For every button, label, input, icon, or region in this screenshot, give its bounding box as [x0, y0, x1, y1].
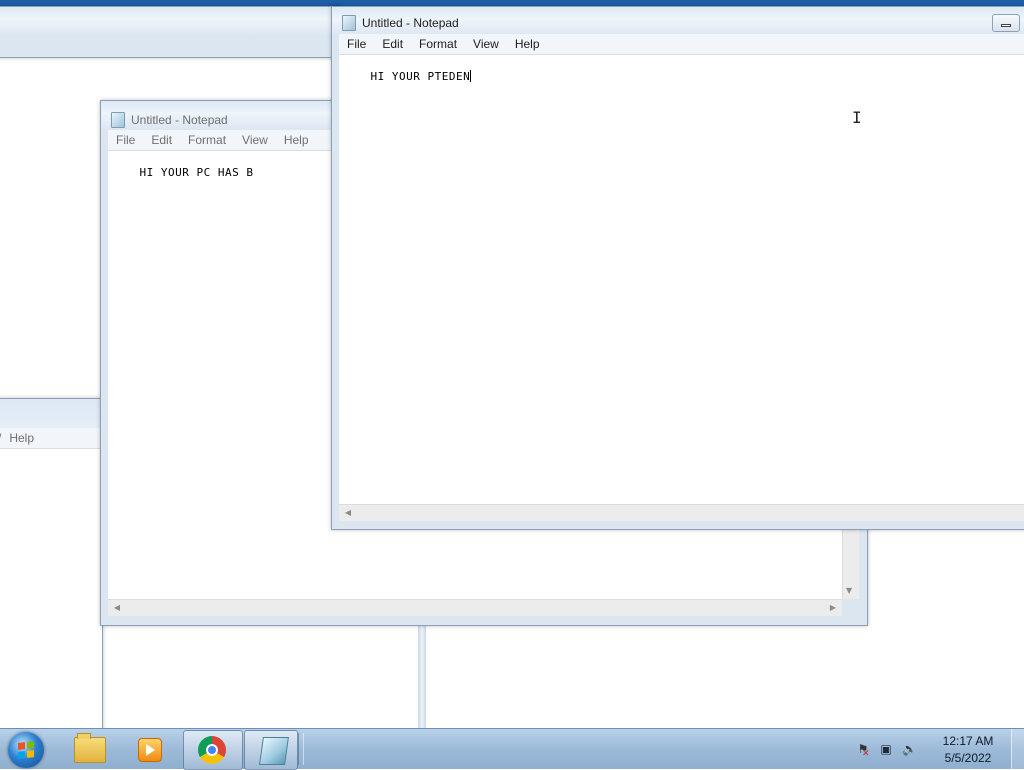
windows-logo-icon — [18, 741, 34, 759]
scroll-right-arrow-icon[interactable]: ▶ — [828, 603, 838, 613]
background-window-edge — [418, 626, 426, 728]
background-window-menubar: / Help — [0, 428, 100, 449]
window-title: Untitled - Notepad — [362, 16, 459, 30]
volume-icon[interactable]: 🔈 — [902, 742, 917, 756]
notepad-window-front[interactable]: Untitled - Notepad File Edit Format View… — [331, 6, 1024, 530]
menu-file[interactable]: File — [339, 37, 374, 51]
notepad-icon — [111, 112, 125, 128]
clock-time[interactable]: 12:17 AM — [938, 734, 998, 748]
media-player-icon — [138, 738, 162, 762]
system-tray: ⚑ ✕ ▣ 🔈 12:17 AM 5/5/2022 — [854, 729, 1024, 769]
notepad-front-menubar: File Edit Format View Help — [339, 34, 1024, 55]
folder-icon — [74, 733, 106, 763]
notepad-icon — [259, 737, 289, 765]
menu-help[interactable]: Help — [276, 133, 317, 147]
text-caret — [470, 70, 472, 82]
taskbar-explorer[interactable] — [60, 730, 118, 768]
editor-text: HI YOUR PTEDEN — [370, 70, 471, 83]
menu-view[interactable]: View — [234, 133, 276, 147]
network-icon[interactable]: ▣ — [879, 742, 893, 756]
menu-edit[interactable]: Edit — [374, 37, 411, 51]
start-button[interactable] — [8, 732, 44, 768]
scroll-down-arrow-icon[interactable]: ▼ — [846, 586, 852, 595]
chrome-icon — [198, 736, 226, 764]
clock-date[interactable]: 5/5/2022 — [938, 751, 998, 765]
taskbar-chrome[interactable] — [183, 730, 243, 770]
action-center-icon[interactable]: ⚑ ✕ — [856, 742, 870, 759]
minimize-button[interactable] — [992, 14, 1020, 32]
taskbar: ⚑ ✕ ▣ 🔈 12:17 AM 5/5/2022 — [0, 728, 1024, 770]
menu-help[interactable]: Help — [1, 431, 42, 445]
taskbar-group-edge — [298, 733, 304, 765]
editor-text: HI YOUR PC HAS B — [139, 166, 254, 179]
menu-edit[interactable]: Edit — [143, 133, 180, 147]
horizontal-scrollbar[interactable]: ◀ ▶ — [108, 599, 842, 616]
taskbar-notepad[interactable] — [244, 730, 298, 770]
taskbar-media-player[interactable] — [120, 730, 178, 768]
notepad-icon — [342, 15, 356, 31]
background-window-lower: / Help — [0, 398, 103, 730]
menu-format[interactable]: Format — [411, 37, 465, 51]
menu-view[interactable]: View — [465, 37, 507, 51]
ibeam-cursor-icon: I — [852, 108, 862, 127]
menu-help[interactable]: Help — [507, 37, 548, 51]
scroll-left-arrow-icon[interactable]: ◀ — [343, 508, 353, 518]
menu-format[interactable]: Format — [180, 133, 234, 147]
text-editor-area[interactable]: HI YOUR PTEDEN — [339, 55, 1024, 505]
scroll-left-arrow-icon[interactable]: ◀ — [112, 603, 122, 613]
horizontal-scrollbar[interactable]: ◀ — [339, 504, 1024, 521]
menu-file[interactable]: File — [108, 133, 143, 147]
show-desktop-button[interactable] — [1011, 729, 1024, 769]
window-title: Untitled - Notepad — [131, 113, 228, 127]
background-window-titlebar[interactable] — [0, 6, 339, 58]
